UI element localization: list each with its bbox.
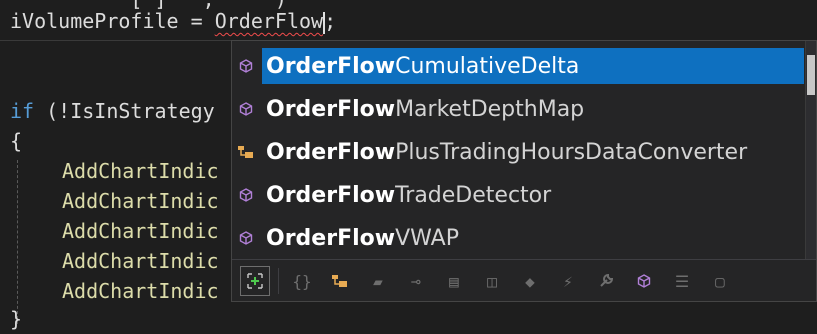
namespace-filter-icon[interactable] <box>325 266 355 296</box>
braces-icon[interactable]: {} <box>287 266 317 296</box>
item-suffix: VWAP <box>395 225 459 251</box>
semicolon: ; <box>324 9 337 33</box>
interface-icon[interactable]: ⊸ <box>401 266 431 296</box>
blank-icon[interactable]: ▢ <box>705 266 735 296</box>
typed-identifier: OrderFlow <box>214 9 324 33</box>
add-chart-line-1[interactable]: AddChartIndic <box>62 156 219 186</box>
if-condition: (!IsInStrategy <box>34 99 215 123</box>
struct-icon[interactable]: ▤ <box>439 266 469 296</box>
completion-item-label: OrderFlow PlusTradingHoursDataConverter <box>262 134 804 170</box>
assignment-line[interactable]: iVolumeProfile = OrderFlow; <box>10 6 336 36</box>
variable-name: iVolumeProfile <box>10 9 179 33</box>
cube-icon <box>236 56 256 76</box>
completion-item[interactable]: OrderFlow VWAP <box>232 217 808 259</box>
cube-filter-icon[interactable] <box>629 266 659 296</box>
completion-scrollbar[interactable] <box>805 41 816 259</box>
match-text: OrderFlow <box>266 96 396 122</box>
close-brace: } <box>10 307 23 331</box>
completion-item[interactable]: OrderFlow MarketDepthMap <box>232 88 808 130</box>
completion-item-label: OrderFlow MarketDepthMap <box>262 91 804 127</box>
add-chart-line-2[interactable]: AddChartIndic <box>62 186 219 216</box>
item-suffix: CumulativeDelta <box>395 53 580 79</box>
cube-icon <box>236 99 256 119</box>
match-text: OrderFlow <box>266 139 396 165</box>
intellisense-popup[interactable]: OrderFlow CumulativeDelta OrderFlow Market… <box>231 40 817 302</box>
item-suffix: MarketDepthMap <box>395 96 585 122</box>
scroll-thumb[interactable] <box>807 55 815 95</box>
add-chart-line-3[interactable]: AddChartIndic <box>62 216 219 246</box>
cube-icon <box>236 228 256 248</box>
if-line[interactable]: if (!IsInStrategy <box>10 96 215 126</box>
add-chart-line-5[interactable]: AddChartIndic <box>62 276 219 306</box>
completion-item-label: OrderFlow CumulativeDelta <box>262 48 804 84</box>
completion-item[interactable]: OrderFlow TradeDetector <box>232 174 808 216</box>
add-chart-line-4[interactable]: AddChartIndic <box>62 246 219 276</box>
open-brace: { <box>10 129 23 153</box>
enum-icon[interactable]: ◆ <box>515 266 545 296</box>
item-suffix: PlusTradingHoursDataConverter <box>395 139 748 165</box>
completion-item[interactable]: OrderFlow PlusTradingHoursDataConverter <box>232 131 808 173</box>
module-icon[interactable]: ◫ <box>477 266 507 296</box>
completion-item-label: OrderFlow TradeDetector <box>262 177 804 213</box>
match-text: OrderFlow <box>266 182 396 208</box>
expand-icon[interactable] <box>240 266 270 296</box>
completion-item-label: OrderFlow VWAP <box>262 220 804 256</box>
item-suffix: TradeDetector <box>395 182 552 208</box>
snippet-icon[interactable]: ☰ <box>667 266 697 296</box>
cube-icon <box>236 185 256 205</box>
match-text: OrderFlow <box>266 225 396 251</box>
assign-operator: = <box>178 9 215 33</box>
event-icon[interactable]: ⚡ <box>553 266 583 296</box>
match-text: OrderFlow <box>266 53 396 79</box>
if-keyword: if <box>10 99 35 123</box>
wrench-icon[interactable] <box>591 266 621 296</box>
namespace-icon <box>236 142 256 162</box>
completion-item[interactable]: OrderFlow CumulativeDelta <box>232 45 808 87</box>
class-icon[interactable]: ▰ <box>363 266 393 296</box>
filter-separator <box>278 268 279 294</box>
indent-guide <box>17 160 18 324</box>
completion-filter-bar: {} ▰ ⊸ ▤ ◫ ◆ ⚡ ☰ ▢ <box>232 259 816 302</box>
